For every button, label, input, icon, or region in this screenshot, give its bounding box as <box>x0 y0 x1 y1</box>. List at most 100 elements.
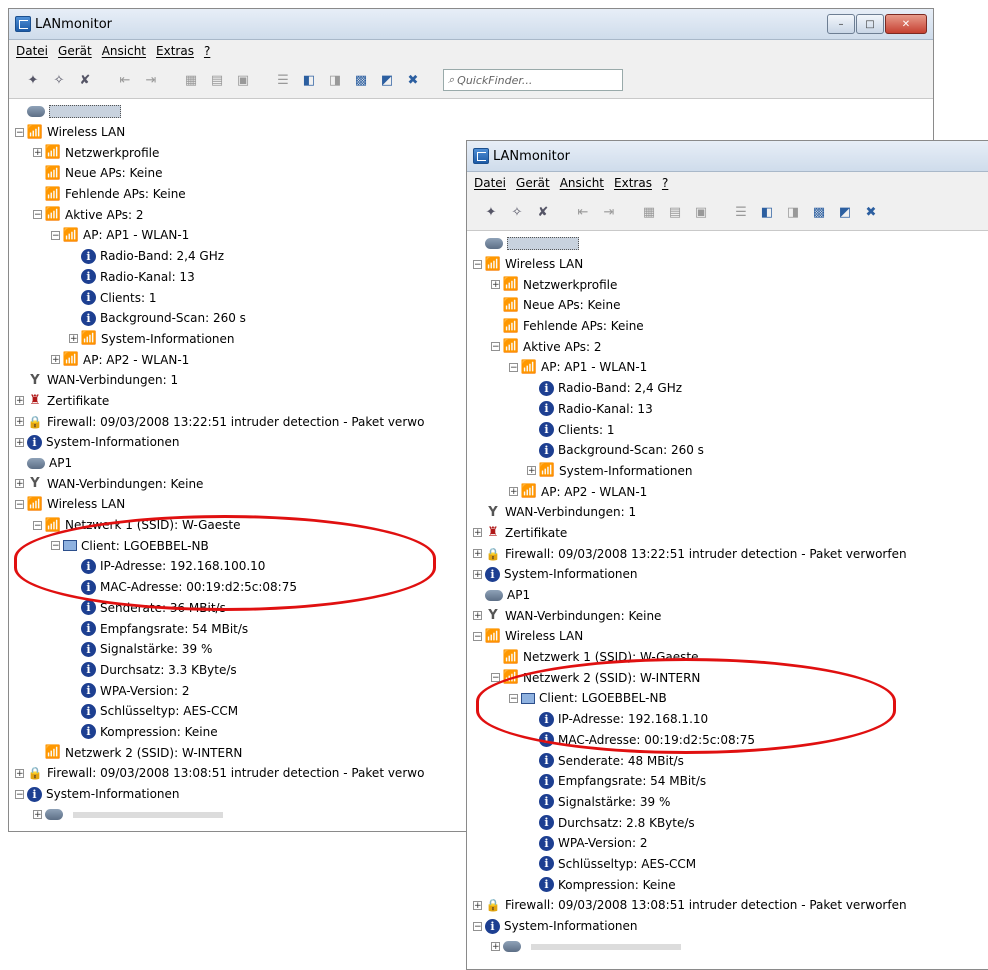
menu-geraet[interactable]: Gerät <box>58 44 92 58</box>
collapse-toggle[interactable]: − <box>473 259 482 269</box>
close-button[interactable]: ✕ <box>885 14 927 34</box>
expand-toggle[interactable]: + <box>527 466 536 476</box>
maximize-button[interactable]: □ <box>856 14 884 34</box>
selected-device-label[interactable] <box>507 236 579 250</box>
tree-node[interactable]: i Durchsatz: 2.8 KByte/s <box>473 812 988 833</box>
monitor-icon[interactable]: ◧ <box>757 202 777 222</box>
tree-node[interactable]: + 📶 Netzwerkprofile <box>473 274 988 295</box>
tree-node[interactable]: AP1 <box>473 585 988 606</box>
expand-toggle[interactable]: + <box>33 148 42 158</box>
table-icon[interactable]: ▤ <box>207 70 227 90</box>
wizard-icon[interactable]: ✦ <box>23 70 43 90</box>
search-device-icon[interactable]: ◨ <box>325 70 345 90</box>
collapse-icon[interactable]: ⇤ <box>573 202 593 222</box>
tree-node[interactable]: i Signalstärke: 39 % <box>473 792 988 813</box>
menu-ansicht[interactable]: Ansicht <box>560 176 604 190</box>
tree-node[interactable] <box>15 101 933 122</box>
search-device-icon[interactable]: ◨ <box>783 202 803 222</box>
tree-node[interactable]: − 📶 Netzwerk 2 (SSID): W-INTERN <box>473 667 988 688</box>
monitor-icon[interactable]: ◧ <box>299 70 319 90</box>
menu-datei[interactable]: Datei <box>16 44 48 58</box>
tree-node[interactable]: i Empfangsrate: 54 MBit/s <box>473 771 988 792</box>
tree-node[interactable]: + 🔒 Firewall: 09/03/2008 13:08:51 intruder… <box>473 895 988 916</box>
expand-toggle[interactable]: + <box>15 396 24 406</box>
tree-node[interactable]: + 📶 System-Informationen <box>473 461 988 482</box>
expand-toggle[interactable]: + <box>473 569 482 579</box>
disconnect-icon[interactable]: ✘ <box>533 202 553 222</box>
tree-node[interactable]: + i System-Informationen <box>473 564 988 585</box>
collapse-toggle[interactable]: − <box>473 631 482 641</box>
tree-node[interactable]: i Kompression: Keine <box>473 874 988 895</box>
config-icon[interactable]: ▦ <box>181 70 201 90</box>
tree-node[interactable]: i Schlüsseltyp: AES-CCM <box>473 854 988 875</box>
collapse-toggle[interactable]: − <box>15 789 24 799</box>
config-icon[interactable]: ▦ <box>639 202 659 222</box>
tree-node[interactable] <box>473 233 988 254</box>
expand-toggle[interactable]: + <box>15 479 24 489</box>
expand-toggle[interactable]: + <box>473 528 482 538</box>
tree-node[interactable]: i Clients: 1 <box>473 419 988 440</box>
delete-icon[interactable]: ✖ <box>861 202 881 222</box>
menu-geraet[interactable]: Gerät <box>516 176 550 190</box>
expand-toggle[interactable]: + <box>51 355 60 365</box>
collapse-toggle[interactable]: − <box>491 342 500 352</box>
tree-node[interactable]: + ♜ Zertifikate <box>473 523 988 544</box>
menu-ansicht[interactable]: Ansicht <box>102 44 146 58</box>
tree-node[interactable]: + 🔒 Firewall: 09/03/2008 13:22:51 intruder… <box>473 543 988 564</box>
wizard-icon[interactable]: ✦ <box>481 202 501 222</box>
selected-device-label[interactable] <box>49 104 121 118</box>
tree-node[interactable]: − Client: LGOEBBEL-NB <box>473 688 988 709</box>
tree-node[interactable]: + Y WAN-Verbindungen: Keine <box>473 605 988 626</box>
wlanmonitor-icon[interactable]: ◩ <box>377 70 397 90</box>
tree-node[interactable]: − 📶 Wireless LAN <box>473 254 988 275</box>
expand-toggle[interactable]: + <box>473 611 482 621</box>
tree-node[interactable]: Y WAN-Verbindungen: 1 <box>473 502 988 523</box>
collapse-toggle[interactable]: − <box>33 520 42 530</box>
tree-node[interactable]: − 📶 Aktive APs: 2 <box>473 336 988 357</box>
expand-toggle[interactable]: + <box>33 810 42 820</box>
tree-node[interactable]: i Senderate: 48 MBit/s <box>473 750 988 771</box>
list-icon[interactable]: ☰ <box>273 70 293 90</box>
tree-node[interactable]: 📶 Neue APs: Keine <box>473 295 988 316</box>
collapse-toggle[interactable]: − <box>51 541 60 551</box>
tree-node[interactable]: i WPA-Version: 2 <box>473 833 988 854</box>
wlanmonitor-icon[interactable]: ◩ <box>835 202 855 222</box>
menu-extras[interactable]: Extras <box>614 176 652 190</box>
collapse-toggle[interactable]: − <box>33 210 42 220</box>
expand-toggle[interactable]: + <box>15 437 24 447</box>
collapse-toggle[interactable]: − <box>15 499 24 509</box>
minimize-button[interactable]: – <box>827 14 855 34</box>
expand-toggle[interactable]: + <box>473 549 482 559</box>
list-icon[interactable]: ☰ <box>731 202 751 222</box>
expand-toggle[interactable]: + <box>69 334 78 344</box>
expand-icon[interactable]: ⇥ <box>599 202 619 222</box>
disconnect-icon[interactable]: ✘ <box>75 70 95 90</box>
expand-toggle[interactable]: + <box>491 280 500 290</box>
menu-extras[interactable]: Extras <box>156 44 194 58</box>
collapse-toggle[interactable]: − <box>509 693 518 703</box>
collapse-toggle[interactable]: − <box>51 230 60 240</box>
table-icon[interactable]: ▤ <box>665 202 685 222</box>
tree-node[interactable]: + <box>473 936 988 957</box>
expand-toggle[interactable]: + <box>491 942 500 952</box>
lock-icon[interactable]: ▣ <box>691 202 711 222</box>
menu-help[interactable]: ? <box>204 44 210 58</box>
tree-node[interactable]: i Background-Scan: 260 s <box>473 440 988 461</box>
collapse-toggle[interactable]: − <box>509 362 518 372</box>
menu-datei[interactable]: Datei <box>474 176 506 190</box>
connect-icon[interactable]: ✧ <box>507 202 527 222</box>
menu-help[interactable]: ? <box>662 176 668 190</box>
lanmonitor-icon[interactable]: ▩ <box>351 70 371 90</box>
expand-icon[interactable]: ⇥ <box>141 70 161 90</box>
expand-toggle[interactable]: + <box>509 487 518 497</box>
tree-node[interactable]: 📶 Fehlende APs: Keine <box>473 316 988 337</box>
tree-node[interactable]: i IP-Adresse: 192.168.1.10 <box>473 709 988 730</box>
lock-icon[interactable]: ▣ <box>233 70 253 90</box>
expand-toggle[interactable]: + <box>15 768 24 778</box>
tree-node[interactable]: − 📶 AP: AP1 - WLAN-1 <box>473 357 988 378</box>
tree-node[interactable]: − i System-Informationen <box>473 916 988 937</box>
expand-toggle[interactable]: + <box>473 900 482 910</box>
tree-node[interactable]: + 📶 AP: AP2 - WLAN-1 <box>473 481 988 502</box>
lanmonitor-icon[interactable]: ▩ <box>809 202 829 222</box>
tree-node[interactable]: 📶 Netzwerk 1 (SSID): W-Gaeste <box>473 647 988 668</box>
